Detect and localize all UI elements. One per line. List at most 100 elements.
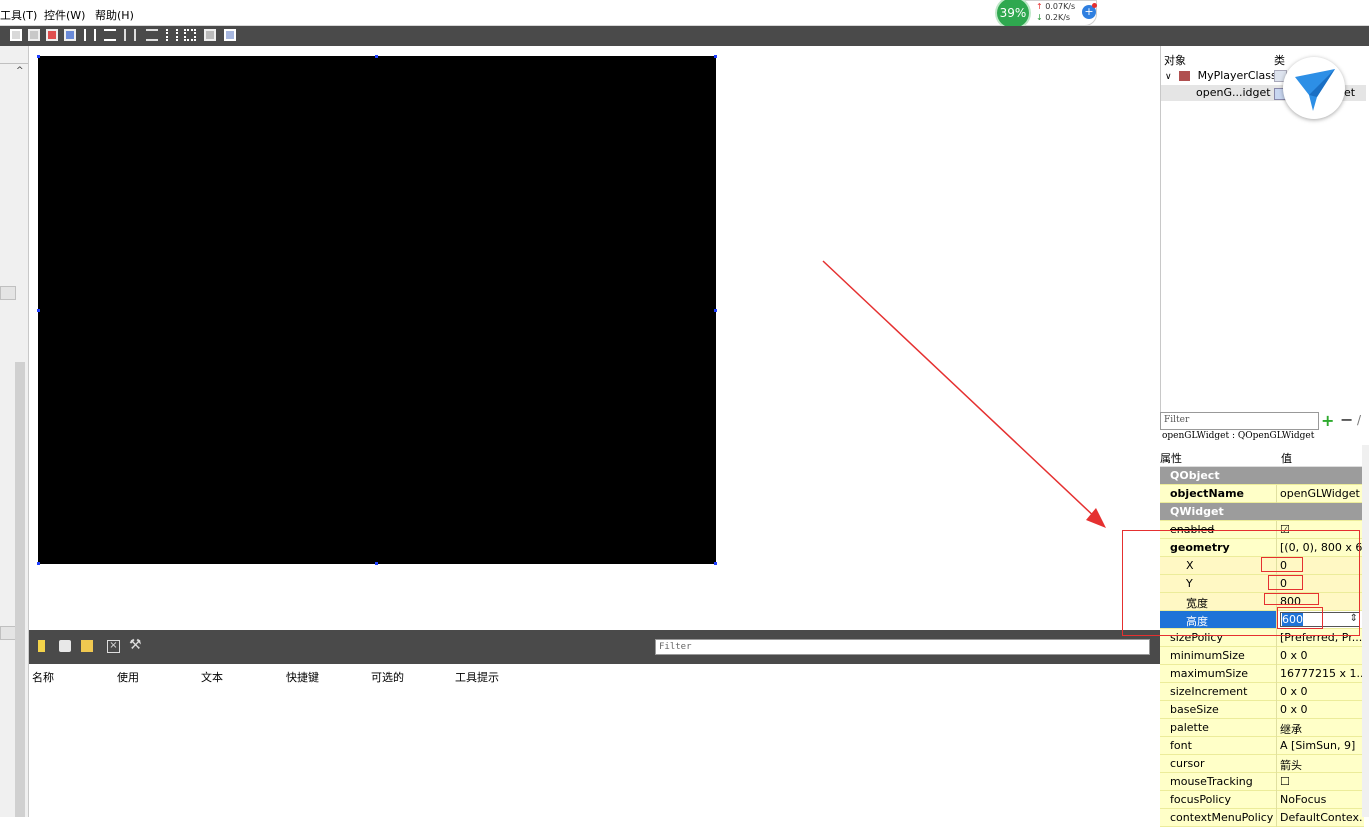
edit-signals-icon[interactable] <box>28 29 40 41</box>
property-value[interactable]: 箭头 <box>1280 757 1362 773</box>
layout-h-splitter-icon[interactable] <box>124 29 136 41</box>
property-name: palette <box>1170 721 1209 734</box>
property-value[interactable]: A [SimSun, 9] <box>1280 739 1362 752</box>
menu-help[interactable]: 帮助(H) <box>95 7 134 23</box>
column-divider <box>1276 755 1277 773</box>
property-row[interactable]: baseSize 0 x 0 <box>1160 701 1364 719</box>
column-divider <box>1276 791 1277 809</box>
edit-widgets-icon[interactable] <box>10 29 22 41</box>
property-scrollbar[interactable] <box>1362 445 1369 817</box>
property-name: mouseTracking <box>1170 775 1253 788</box>
resize-handle[interactable] <box>714 562 717 565</box>
chevron-down-icon[interactable]: ∨ <box>1165 72 1172 82</box>
layout-vertical-icon[interactable] <box>104 29 116 41</box>
property-name: QWidget <box>1170 505 1224 518</box>
column-divider <box>1276 701 1277 719</box>
property-value[interactable]: NoFocus <box>1280 793 1362 806</box>
column-header[interactable]: 工具提示 <box>455 669 499 685</box>
app-logo-bird-icon <box>1283 57 1345 119</box>
resize-handle[interactable] <box>37 309 40 312</box>
settings-wrench-icon[interactable]: / <box>1357 413 1361 427</box>
resize-handle[interactable] <box>37 55 40 58</box>
edit-tab-order-icon[interactable] <box>64 29 76 41</box>
property-value[interactable]: 继承 <box>1280 721 1362 737</box>
annotation-box-geometry <box>1122 530 1360 636</box>
column-divider <box>1276 647 1277 665</box>
notification-dot-icon <box>1092 3 1097 8</box>
form-icon <box>1179 71 1191 81</box>
column-header-property[interactable]: 属性 <box>1160 450 1182 466</box>
annotation-box-y <box>1268 575 1303 590</box>
annotation-box-height <box>1277 607 1323 629</box>
property-value[interactable]: openGLWidget <box>1280 487 1362 500</box>
column-divider <box>1276 773 1277 791</box>
layout-horizontal-icon[interactable] <box>84 29 96 41</box>
copy-action-icon[interactable] <box>59 640 71 652</box>
adjust-size-icon[interactable] <box>224 29 236 41</box>
annotation-box-x <box>1261 557 1303 572</box>
column-header[interactable]: 快捷键 <box>286 669 319 685</box>
delete-action-icon[interactable]: × <box>107 640 120 653</box>
property-row[interactable]: font A [SimSun, 9] <box>1160 737 1364 755</box>
break-layout-icon[interactable] <box>204 29 216 41</box>
property-name: QObject <box>1170 469 1220 482</box>
scroll-up-icon[interactable]: ^ <box>16 66 24 76</box>
property-row[interactable]: objectName openGLWidget <box>1160 485 1364 503</box>
widget-box-panel: ^ <box>0 46 29 817</box>
column-header[interactable]: 可选的 <box>371 669 404 685</box>
edit-buddies-icon[interactable] <box>46 29 58 41</box>
tree-item-root[interactable]: ∨ MyPlayerClass <box>1165 69 1277 82</box>
menu-tools[interactable]: 工具(T) <box>0 7 37 23</box>
action-filter-input[interactable]: Filter <box>655 639 1150 655</box>
layout-grid-icon[interactable] <box>184 29 196 41</box>
menu-widgets[interactable]: 控件(W) <box>44 7 85 23</box>
column-header[interactable]: 使用 <box>117 669 139 685</box>
paste-action-icon[interactable] <box>81 640 93 652</box>
column-header[interactable]: 名称 <box>32 669 54 685</box>
property-row[interactable]: cursor 箭头 <box>1160 755 1364 773</box>
column-divider <box>1276 665 1277 683</box>
column-header[interactable]: 文本 <box>201 669 223 685</box>
property-value[interactable]: 0 x 0 <box>1280 649 1362 662</box>
action-table-body[interactable] <box>29 684 1160 817</box>
property-row[interactable]: focusPolicy NoFocus <box>1160 791 1364 809</box>
property-row[interactable]: QObject <box>1160 467 1364 485</box>
opengl-widget[interactable] <box>37 55 717 565</box>
action-table-header: 名称 使用 文本 快捷键 可选的 工具提示 <box>29 664 1160 684</box>
column-header-object[interactable]: 对象 <box>1164 52 1186 68</box>
property-row[interactable]: QWidget <box>1160 503 1364 521</box>
download-speed: ↓ 0.2K/s <box>1036 13 1071 22</box>
resize-handle[interactable] <box>37 562 40 565</box>
property-value[interactable]: DefaultContex... <box>1280 811 1362 824</box>
property-value[interactable]: 0 x 0 <box>1280 703 1362 716</box>
settings-wrench-icon[interactable]: ⚒ <box>129 637 142 653</box>
property-row[interactable]: minimumSize 0 x 0 <box>1160 647 1364 665</box>
layout-v-splitter-icon[interactable] <box>146 29 158 41</box>
resize-handle[interactable] <box>375 562 378 565</box>
column-divider <box>1276 719 1277 737</box>
left-scrollbar[interactable] <box>15 362 25 817</box>
remove-property-icon[interactable]: − <box>1340 410 1353 429</box>
property-row[interactable]: maximumSize 16777215 x 1... <box>1160 665 1364 683</box>
resize-handle[interactable] <box>714 309 717 312</box>
menu-bar: 工具(T) 控件(W) 帮助(H) <box>0 0 1369 26</box>
form-editor-toolbar <box>0 26 1369 46</box>
add-property-icon[interactable]: + <box>1321 411 1334 430</box>
resize-handle[interactable] <box>714 55 717 58</box>
resize-handle[interactable] <box>375 55 378 58</box>
layout-form-icon[interactable] <box>166 29 178 41</box>
property-row[interactable]: mouseTracking ☐ <box>1160 773 1364 791</box>
property-row[interactable]: contextMenuPolicy DefaultContex... <box>1160 809 1364 827</box>
property-name: maximumSize <box>1170 667 1249 680</box>
column-divider <box>1276 737 1277 755</box>
property-row[interactable]: palette 继承 <box>1160 719 1364 737</box>
property-value[interactable]: 16777215 x 1... <box>1280 667 1362 680</box>
property-value[interactable]: 0 x 0 <box>1280 685 1362 698</box>
property-value[interactable]: ☐ <box>1280 775 1362 788</box>
property-row[interactable]: sizeIncrement 0 x 0 <box>1160 683 1364 701</box>
property-filter-input[interactable]: Filter <box>1160 412 1319 430</box>
property-name: contextMenuPolicy <box>1170 811 1274 824</box>
net-speed-box: ↑ 0.07K/s ↓ 0.2K/s + <box>1025 0 1097 26</box>
new-action-icon[interactable] <box>38 640 45 652</box>
column-header-value[interactable]: 值 <box>1281 450 1292 466</box>
